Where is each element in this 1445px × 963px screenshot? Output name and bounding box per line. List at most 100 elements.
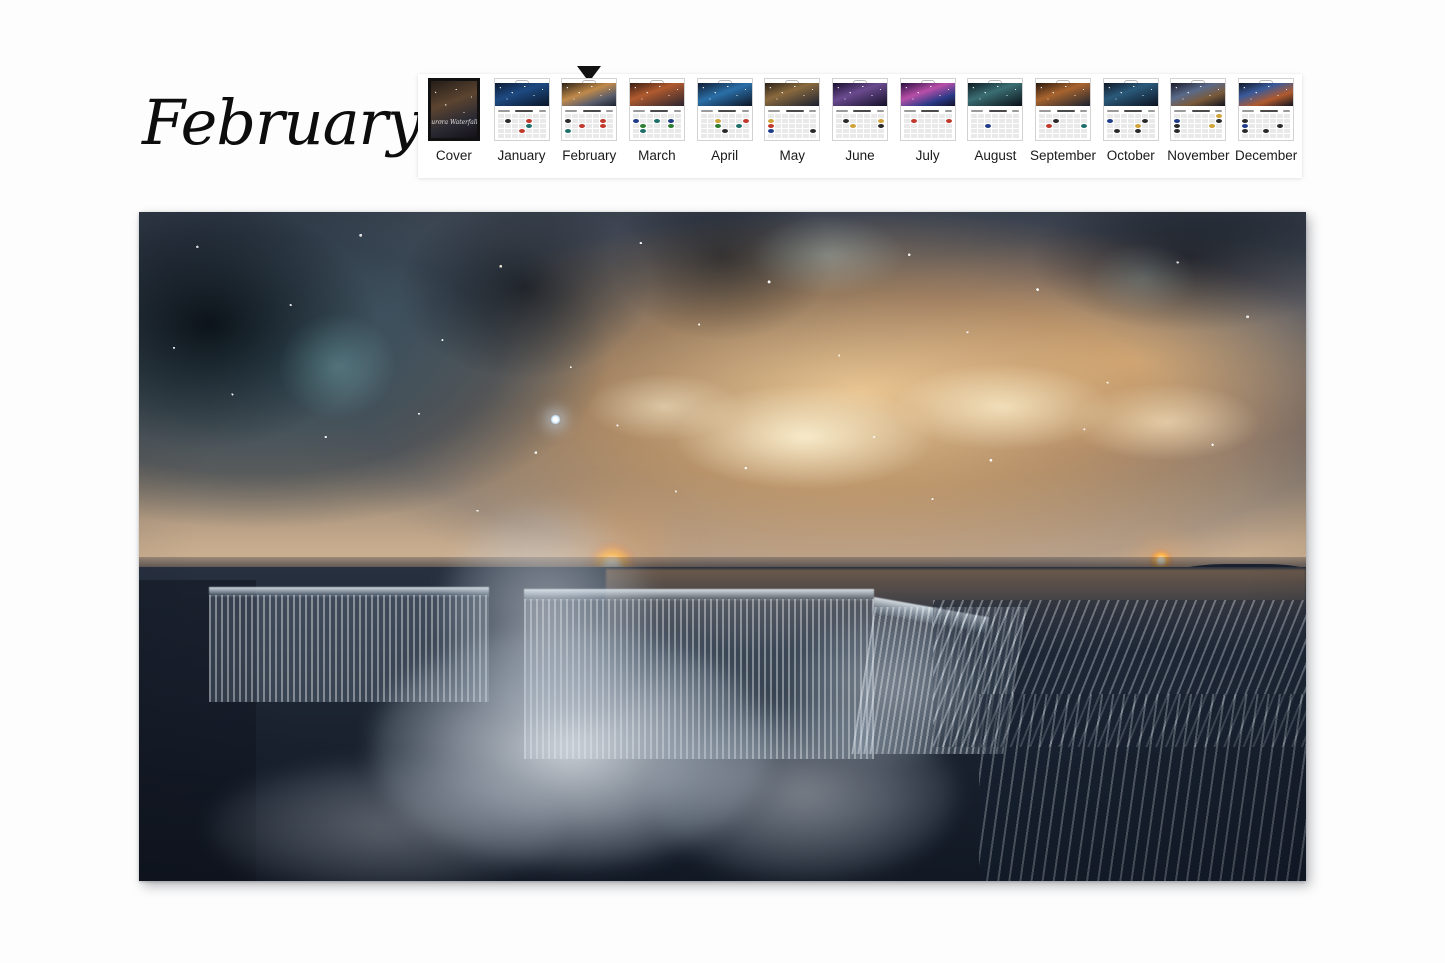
thumbnail-photo <box>1239 83 1294 106</box>
calendar-day-cell <box>674 129 681 133</box>
calendar-day-cell <box>917 119 924 123</box>
calendar-day-cell <box>586 119 593 123</box>
calendar-day-cell <box>856 124 863 128</box>
header-text-line <box>1242 110 1255 112</box>
thumbnail-may[interactable]: May <box>758 78 826 176</box>
calendar-day-cell <box>971 124 978 128</box>
calendar-day-cell <box>1039 119 1046 123</box>
thumbnail-october[interactable]: October <box>1097 78 1165 176</box>
calendar-day-cell <box>1216 134 1223 138</box>
thumbnail-june[interactable]: June <box>826 78 894 176</box>
calendar-day-cell <box>539 129 546 133</box>
thumbnail-cover[interactable]: Aurora Waterfalls Cover <box>420 78 488 176</box>
calendar-day-cell <box>1148 119 1155 123</box>
calendar-day-cell <box>1039 114 1046 118</box>
calendar-day-cell <box>707 129 714 133</box>
calendar-day-cell <box>674 119 681 123</box>
thumbnail-calendar-grid <box>562 106 617 140</box>
calendar-day-cell <box>803 129 810 133</box>
calendar-day-cell <box>803 124 810 128</box>
calendar-event-dot <box>653 119 660 123</box>
calendar-day-cell <box>999 114 1006 118</box>
calendar-day-cell <box>1006 129 1013 133</box>
calendar-day-cell <box>1284 134 1291 138</box>
calendar-day-cell <box>856 119 863 123</box>
calendar-day-cell <box>1148 129 1155 133</box>
calendar-day-cell <box>674 134 681 138</box>
thumbnail-calendar-grid <box>629 106 684 140</box>
month-thumbnail-strip[interactable]: Aurora Waterfalls Cover January February Mar… <box>418 66 1302 178</box>
calendar-day-cell <box>917 124 924 128</box>
calendar-day-cell <box>660 124 667 128</box>
thumbnail-december[interactable]: December <box>1232 78 1300 176</box>
calendar-day-cell <box>1256 119 1263 123</box>
calendar-day-cell <box>714 134 721 138</box>
calendar-day-cell <box>1188 134 1195 138</box>
calendar-day-cell <box>607 114 614 118</box>
header-text-line <box>1056 109 1075 113</box>
calendar-day-cell <box>1013 119 1020 123</box>
thumbnail-february[interactable]: February <box>555 66 623 176</box>
calendar-day-cell <box>1120 114 1127 118</box>
calendar-hanger-icon <box>1259 80 1274 83</box>
header-text-line <box>1215 110 1223 112</box>
calendar-day-cell <box>1074 119 1081 123</box>
calendar-event-dot <box>1053 119 1060 123</box>
calendar-day-cell <box>593 129 600 133</box>
calendar-day-cell <box>775 129 782 133</box>
calendar-day-cell <box>497 129 504 133</box>
calendar-day-cell <box>924 114 931 118</box>
thumbnail-july[interactable]: July <box>894 78 962 176</box>
calendar-event-dot <box>714 119 721 123</box>
calendar-day-cell <box>518 134 525 138</box>
calendar-day-cell <box>917 114 924 118</box>
calendar-day-cell <box>1127 134 1134 138</box>
calendar-day-cell <box>1013 114 1020 118</box>
thumbnail-calendar-grid <box>900 106 955 140</box>
thumbnail-april[interactable]: April <box>691 78 759 176</box>
calendar-day-cell <box>978 119 985 123</box>
calendar-day-cell <box>849 129 856 133</box>
calendar-day-cell <box>1046 114 1053 118</box>
thumbnail-calendar-grid <box>494 106 549 140</box>
calendar-day-cell <box>803 114 810 118</box>
thumbnail-calendar-header <box>1242 109 1291 113</box>
calendar-day-cell <box>1006 124 1013 128</box>
calendar-day-cell <box>639 134 646 138</box>
calendar-day-cell <box>674 124 681 128</box>
thumbnail-september[interactable]: September <box>1029 78 1097 176</box>
calendar-day-cell <box>539 134 546 138</box>
calendar-hanger-icon <box>920 80 935 83</box>
thumbnail-calendar-grid <box>697 106 752 140</box>
header-text-line <box>741 110 749 112</box>
thumbnail-november[interactable]: November <box>1165 78 1233 176</box>
calendar-day-cell <box>518 119 525 123</box>
calendar-day-cell <box>518 124 525 128</box>
thumbnail-photo <box>968 83 1023 106</box>
calendar-event-dot <box>1209 124 1216 128</box>
calendar-day-cell <box>856 134 863 138</box>
calendar-day-cell <box>931 114 938 118</box>
thumbnail-january[interactable]: January <box>488 78 556 176</box>
calendar-day-cell <box>1277 129 1284 133</box>
calendar-event-dot <box>877 119 884 123</box>
calendar-day-cell <box>525 129 532 133</box>
calendar-event-dot <box>810 129 817 133</box>
calendar-day-cell <box>1060 134 1067 138</box>
calendar-day-cell <box>660 134 667 138</box>
calendar-day-cell <box>931 134 938 138</box>
thumbnail-march[interactable]: March <box>623 78 691 176</box>
thumbnail-day-cells <box>1106 114 1155 138</box>
calendar-day-cell <box>992 124 999 128</box>
calendar-day-cell <box>877 114 884 118</box>
calendar-day-cell <box>593 134 600 138</box>
calendar-day-cell <box>511 124 518 128</box>
calendar-page-preview[interactable] <box>139 212 1306 881</box>
calendar-day-cell <box>924 134 931 138</box>
calendar-day-cell <box>1284 114 1291 118</box>
calendar-event-dot <box>1174 129 1181 133</box>
header-text-line <box>1259 109 1278 113</box>
thumbnail-photo <box>629 83 684 106</box>
thumbnail-august[interactable]: August <box>962 78 1030 176</box>
calendar-day-cell <box>1181 119 1188 123</box>
